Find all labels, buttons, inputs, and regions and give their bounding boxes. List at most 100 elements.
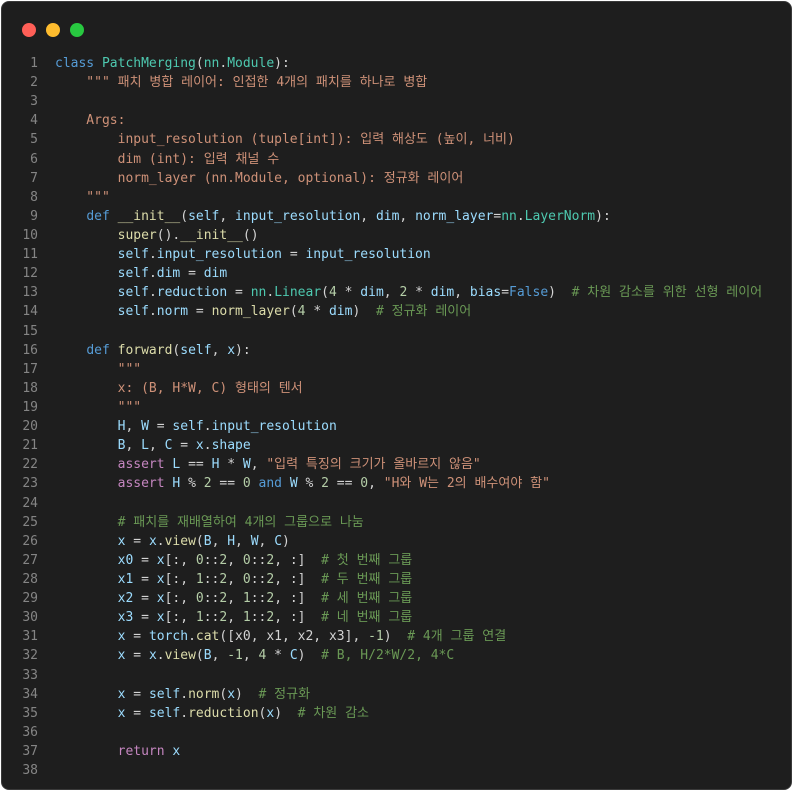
code-token: :: bbox=[250, 552, 267, 568]
code-line: 38 bbox=[2, 761, 791, 780]
line-number: 22 bbox=[22, 457, 38, 473]
code-token: . bbox=[188, 629, 196, 645]
code-token: bias bbox=[469, 285, 502, 301]
code-token: , bbox=[227, 571, 243, 587]
code-token: W bbox=[242, 457, 251, 473]
code-token: = bbox=[282, 247, 306, 263]
code-token: norm bbox=[188, 686, 220, 702]
code-token: * bbox=[305, 304, 329, 320]
code-token: """ 패치 병합 레이어: 인접한 4개의 패치를 하나로 병합 bbox=[55, 75, 428, 91]
code-line: 33 bbox=[2, 666, 791, 685]
code-token: , bbox=[125, 438, 142, 454]
code-line: 10 super().__init__() bbox=[2, 226, 791, 245]
code-token: , :] bbox=[274, 610, 322, 626]
line-number: 31 bbox=[22, 629, 38, 645]
code-token: self bbox=[188, 208, 220, 224]
code-token: = bbox=[133, 591, 157, 607]
code-token: norm_layer bbox=[415, 208, 494, 224]
code-token: "H와 W는 2의 배수여야 함" bbox=[383, 476, 550, 492]
code-token: , bbox=[227, 552, 243, 568]
line-number: 21 bbox=[22, 438, 38, 454]
code-token: 2 bbox=[266, 591, 275, 607]
code-token: class bbox=[55, 56, 102, 71]
code-token: [:, bbox=[164, 571, 196, 587]
code-token: dim bbox=[203, 266, 228, 282]
code-token: % bbox=[180, 476, 204, 492]
code-token: . bbox=[148, 285, 157, 301]
code-line: 11 self.input_resolution = input_resolut… bbox=[2, 245, 791, 264]
line-code: assert L == H * W, "입력 특징의 크기가 올바르지 않음" bbox=[55, 455, 481, 474]
code-token: x bbox=[266, 705, 275, 721]
line-number: 37 bbox=[22, 743, 38, 759]
line-number: 28 bbox=[22, 571, 38, 587]
code-token: 4 bbox=[328, 285, 337, 301]
code-token: x bbox=[195, 438, 204, 454]
line-number: 25 bbox=[22, 514, 38, 530]
code-token: 2 bbox=[266, 610, 275, 626]
code-token: * bbox=[407, 285, 431, 301]
code-line: 24 bbox=[2, 494, 791, 513]
line-number: 2 bbox=[30, 75, 38, 91]
code-token: = bbox=[125, 648, 149, 664]
code-token: False bbox=[509, 285, 549, 301]
code-token: C bbox=[289, 648, 298, 664]
code-token: == bbox=[328, 476, 361, 492]
close-button[interactable] bbox=[22, 23, 36, 37]
code-token: 4 bbox=[297, 304, 306, 320]
code-token: = bbox=[227, 285, 251, 301]
code-line: 8 """ bbox=[2, 188, 791, 207]
code-token: # B, H/2*W/2, 4*C bbox=[321, 648, 455, 664]
code-token: 2 bbox=[266, 552, 275, 568]
line-number: 8 bbox=[30, 189, 38, 205]
code-token: [:, bbox=[164, 610, 196, 626]
code-token: 2 bbox=[266, 571, 275, 587]
minimize-button[interactable] bbox=[46, 23, 60, 37]
code-token: super bbox=[117, 227, 157, 243]
line-code: def forward(self, x): bbox=[55, 341, 250, 360]
code-token: self bbox=[148, 686, 181, 702]
code-token: :: bbox=[250, 591, 267, 607]
line-number: 9 bbox=[30, 208, 38, 224]
code-token: x3 bbox=[117, 610, 134, 626]
code-line: 37 return x bbox=[2, 742, 791, 761]
line-code: return x bbox=[55, 742, 181, 761]
code-token: , bbox=[227, 591, 243, 607]
code-token: :: bbox=[203, 571, 220, 587]
window-titlebar bbox=[2, 2, 791, 50]
code-token: dim bbox=[360, 285, 384, 301]
maximize-button[interactable] bbox=[70, 23, 84, 37]
code-line: 2 """ 패치 병합 레이어: 인접한 4개의 패치를 하나로 병합 bbox=[2, 73, 791, 92]
code-token: , bbox=[258, 533, 275, 549]
code-window: 1 class PatchMerging(nn.Module): 2 """ 패치 … bbox=[1, 1, 792, 790]
code-token: ( bbox=[195, 533, 204, 549]
code-line: 27 x0 = x[:, 0::2, 0::2, :] # 첫 번째 그룹 bbox=[2, 551, 791, 570]
code-token: ) bbox=[548, 285, 572, 301]
code-token: input_resolution bbox=[211, 419, 337, 435]
code-token: dim bbox=[156, 266, 181, 282]
code-token: # 4개 그룹 연결 bbox=[407, 629, 507, 645]
code-token: """ bbox=[55, 189, 110, 205]
code-token: nn bbox=[250, 285, 267, 301]
code-token: = bbox=[172, 438, 196, 454]
line-number: 10 bbox=[22, 227, 38, 243]
line-number: 30 bbox=[22, 610, 38, 626]
code-token: -1 bbox=[227, 648, 243, 664]
code-token: nn bbox=[203, 56, 220, 71]
code-token: ) bbox=[297, 648, 322, 664]
line-number: 6 bbox=[30, 151, 38, 167]
code-token: dim (int): 입력 채널 수 bbox=[55, 151, 280, 167]
line-code: Args: bbox=[55, 111, 125, 130]
line-number: 35 bbox=[22, 705, 38, 721]
line-number: 5 bbox=[30, 132, 38, 148]
code-editor[interactable]: 1 class PatchMerging(nn.Module): 2 """ 패치 … bbox=[2, 54, 791, 780]
code-token: 1 bbox=[242, 610, 251, 626]
line-code: x0 = x[:, 0::2, 0::2, :] # 첫 번째 그룹 bbox=[55, 551, 413, 570]
